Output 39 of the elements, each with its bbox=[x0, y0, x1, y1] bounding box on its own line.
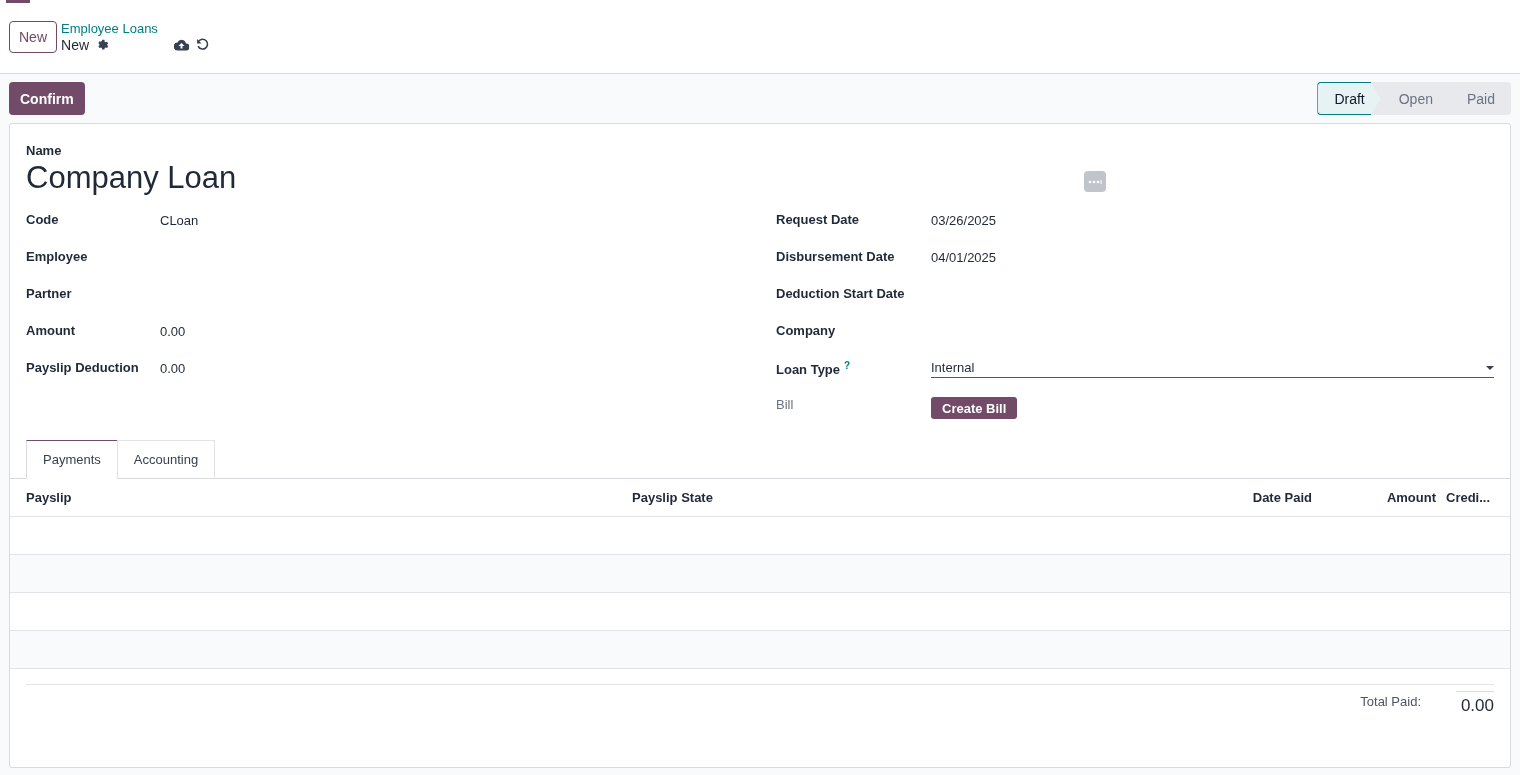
field-value: 04/01/2025 bbox=[931, 249, 998, 265]
confirm-button[interactable]: Confirm bbox=[9, 82, 85, 115]
record-name: Company Loan bbox=[26, 160, 237, 196]
status-stage[interactable]: Draft bbox=[1317, 82, 1381, 115]
column-header[interactable]: Date Paid bbox=[1232, 490, 1312, 505]
breadcrumb-link[interactable]: Employee Loans bbox=[61, 20, 211, 37]
field-label: Bill bbox=[776, 397, 795, 412]
total-value: 0.00 bbox=[1456, 691, 1494, 716]
caret-icon bbox=[1486, 365, 1494, 370]
field-label: Name bbox=[26, 143, 63, 158]
column-header[interactable]: Payslip State bbox=[632, 490, 1232, 505]
field-value: 03/26/2025 bbox=[931, 212, 998, 228]
field-value: 0.00 bbox=[160, 323, 187, 339]
field-label: Disbursement Date bbox=[776, 249, 896, 264]
breadcrumb-current: New bbox=[61, 36, 90, 53]
help-icon[interactable]: ? bbox=[844, 360, 851, 371]
field-label: Company bbox=[776, 323, 837, 338]
column-header[interactable]: Payslip bbox=[26, 490, 632, 505]
column-header[interactable]: Credi... bbox=[1436, 490, 1494, 505]
new-button[interactable]: New bbox=[9, 20, 57, 53]
logo-fragment bbox=[6, 0, 30, 3]
create-bill-button[interactable]: Create Bill bbox=[931, 397, 1018, 419]
field-label: Payslip Deduction bbox=[26, 360, 140, 375]
tab[interactable]: Accounting bbox=[116, 440, 216, 479]
field-label: Deduction Start Date bbox=[776, 286, 906, 301]
undo-icon[interactable] bbox=[195, 37, 211, 52]
column-header[interactable]: Amount bbox=[1312, 490, 1436, 505]
field-value: 0.00 bbox=[160, 360, 187, 376]
field-label: Code bbox=[26, 212, 60, 227]
field-label: Employee bbox=[26, 249, 89, 264]
cloud-upload-icon[interactable] bbox=[174, 37, 190, 52]
field-value: CLoan bbox=[160, 212, 200, 228]
total-label: Total Paid: bbox=[1360, 693, 1421, 709]
select-field[interactable]: Internal bbox=[931, 360, 1494, 378]
field-label: Loan Type $^{?}$ bbox=[776, 360, 852, 378]
field-label: Partner bbox=[26, 286, 73, 301]
field-label: Amount bbox=[26, 323, 77, 338]
tab[interactable]: Payments bbox=[26, 440, 118, 479]
field-label: Request Date bbox=[776, 212, 861, 227]
